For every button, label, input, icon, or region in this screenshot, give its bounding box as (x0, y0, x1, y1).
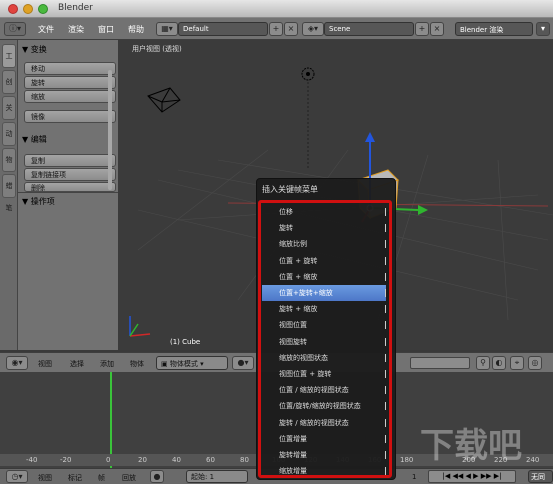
tick-label: 80 (240, 456, 249, 464)
delete-scene-icon[interactable]: × (430, 22, 444, 36)
active-object-label: (1) Cube (170, 338, 201, 346)
transform-panel-header[interactable]: ▼ 变换 (22, 44, 114, 56)
tab-relations[interactable]: 关系 (2, 96, 16, 134)
screen-layout-field[interactable]: Default (178, 22, 268, 36)
editor-type-timeline-icon[interactable]: ◷▾ (6, 470, 28, 483)
tick-label: -20 (60, 456, 72, 464)
menu-select[interactable]: 选择 (70, 359, 84, 369)
tick-label: 240 (526, 456, 540, 464)
info-header: ⓘ▾ 文件 渲染 窗口 帮助 ▦▾ Default + × ◈▾ Scene +… (0, 18, 553, 40)
sync-select[interactable]: 无同步 (528, 470, 553, 483)
zoom-window-button[interactable] (38, 4, 48, 14)
menu-window[interactable]: 窗口 (98, 24, 114, 35)
duplicate-button[interactable]: 复制 (24, 154, 116, 167)
render-engine-select[interactable]: Blender 渲染 (455, 22, 533, 36)
menu-view[interactable]: 视图 (38, 359, 52, 369)
add-scene-icon[interactable]: + (415, 22, 429, 36)
insert-keyframe-menu-title: 插入关键帧菜单 (262, 185, 318, 194)
menu-file[interactable]: 文件 (38, 24, 54, 35)
lamp-object (301, 67, 315, 170)
menu-object[interactable]: 物体 (130, 359, 144, 369)
menu-render[interactable]: 渲染 (68, 24, 84, 35)
tab-create[interactable]: 创建 (2, 70, 16, 108)
tick-label: 180 (400, 456, 414, 464)
window-title: Blender (58, 3, 93, 13)
tab-physics[interactable]: 物理 (2, 148, 16, 186)
current-frame-value[interactable]: 1 (412, 473, 416, 481)
tick-label: 40 (172, 456, 181, 464)
panel-divider (18, 192, 118, 193)
start-frame-value: 1 (209, 473, 215, 481)
minimize-window-button[interactable] (23, 4, 33, 14)
start-frame-field[interactable]: 起始: 1 (186, 470, 248, 483)
mode-label: 物体模式 (169, 360, 198, 368)
render-icon[interactable]: ◐ (492, 356, 506, 370)
shelf-scrollbar[interactable] (108, 70, 112, 190)
menu-playback[interactable]: 回放 (122, 473, 136, 483)
toolshelf-tabs: 工具 创建 关系 动画 物理 蜡笔 (0, 40, 18, 350)
menu-help[interactable]: 帮助 (128, 24, 144, 35)
shading-select-icon[interactable]: ●▾ (232, 356, 254, 370)
tool-shelf: ▼ 变换 移动 旋转 缩放 镜像 ▼ 编辑 复制 复制链接项 删除 ▼ 操作项 (18, 40, 118, 350)
tab-tools[interactable]: 工具 (2, 44, 16, 82)
start-frame-label: 起始: (191, 473, 208, 481)
delete-button[interactable]: 删除 (24, 182, 116, 192)
edit-panel-header[interactable]: ▼ 编辑 (22, 134, 114, 146)
menu-add[interactable]: 添加 (100, 359, 114, 369)
tab-grease-pencil[interactable]: 蜡笔 (2, 174, 16, 212)
window-title-bar: Blender (0, 0, 553, 18)
tick-label: 0 (106, 456, 111, 464)
layer-buttons[interactable] (410, 357, 470, 369)
mode-select[interactable]: ▣ 物体模式 ▾ (156, 356, 228, 370)
screen-layout-icon[interactable]: ▦▾ (156, 22, 178, 36)
scene-field[interactable]: Scene (324, 22, 414, 36)
camera-object (147, 87, 181, 113)
add-layout-icon[interactable]: + (269, 22, 283, 36)
editor-type-3d-icon[interactable]: ◉▾ (6, 356, 28, 370)
editor-type-info-icon[interactable]: ⓘ▾ (4, 22, 26, 36)
orientation-axes (129, 316, 151, 337)
menu-timeline-view[interactable]: 视图 (38, 473, 52, 483)
viewport-label: 用户视图 (透视) (132, 45, 182, 53)
menu-marker[interactable]: 标记 (68, 473, 82, 483)
translate-button[interactable]: 移动 (24, 62, 116, 75)
duplicate-linked-button[interactable]: 复制链接项 (24, 168, 116, 181)
tick-label: 20 (138, 456, 147, 464)
menu-frame[interactable]: 帧 (98, 473, 105, 483)
tick-label: -40 (26, 456, 38, 464)
lock-camera-icon[interactable]: ⚲ (476, 356, 490, 370)
scale-button[interactable]: 缩放 (24, 90, 116, 103)
record-icon[interactable]: ● (150, 470, 164, 483)
snap-icon[interactable]: ⌖ (510, 356, 524, 370)
tick-label: 60 (206, 456, 215, 464)
close-window-button[interactable] (8, 4, 18, 14)
delete-layout-icon[interactable]: × (284, 22, 298, 36)
engine-dropdown-icon[interactable]: ▾ (536, 22, 550, 36)
watermark-logo: 下载吧 (420, 426, 522, 466)
rotate-button[interactable]: 旋转 (24, 76, 116, 89)
playback-controls[interactable]: |◀ ◀◀ ◀ ▶ ▶▶ ▶| (428, 470, 516, 483)
mirror-button[interactable]: 镜像 (24, 110, 116, 123)
red-highlight-frame (258, 200, 392, 478)
operator-panel-header[interactable]: ▼ 操作项 (22, 196, 114, 208)
proportional-edit-icon[interactable]: ◎ (528, 356, 542, 370)
scene-icon[interactable]: ◈▾ (302, 22, 324, 36)
tab-animation[interactable]: 动画 (2, 122, 16, 160)
